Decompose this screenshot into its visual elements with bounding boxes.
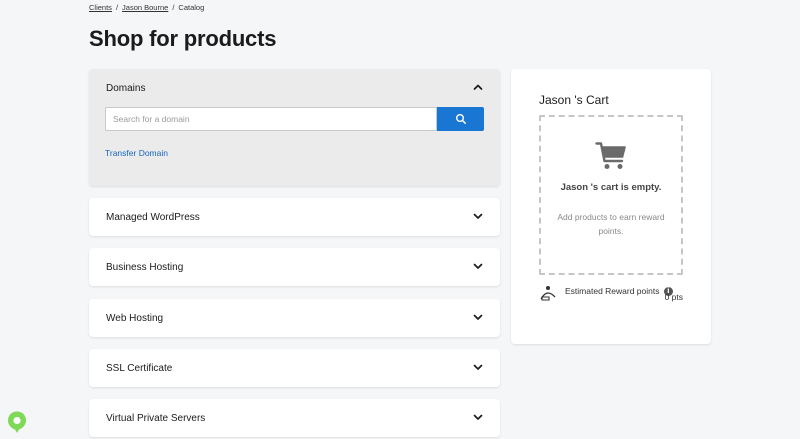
product-panel-ssl-certificate[interactable]: SSL Certificate [89,349,500,387]
product-panel-title: Business Hosting [106,262,184,273]
cart-title: Jason 's Cart [539,93,609,107]
cart-empty-message: Jason 's cart is empty. [560,182,662,193]
estimated-reward-label: Estimated Reward points [565,286,660,296]
help-badge-icon[interactable] [5,410,29,434]
domain-search-field [105,107,437,131]
cart-empty-state: Jason 's cart is empty. Add products to … [539,115,683,275]
product-panel-title: Managed WordPress [106,212,200,223]
reward-label-group: Estimated Reward points i [565,285,673,298]
domains-panel: Domains Transfer Domain [89,69,500,186]
cart-icon [595,142,626,169]
domain-search-button[interactable] [437,107,484,131]
transfer-domain-link[interactable]: Transfer Domain [105,148,168,158]
product-panel-virtual-private-servers[interactable]: Virtual Private Servers [89,399,500,437]
domain-search-input[interactable] [106,108,436,130]
page-title: Shop for products [89,26,277,51]
breadcrumb-clients[interactable]: Clients [89,3,112,12]
breadcrumb-current: Catalog [178,3,205,12]
product-panel-title: Virtual Private Servers [106,413,206,424]
domains-panel-title[interactable]: Domains [106,83,145,94]
chevron-down-icon[interactable] [472,361,484,373]
cart-empty-subtext: Add products to earn reward points. [557,212,665,236]
product-panel-title: SSL Certificate [106,363,173,374]
product-panel-business-hosting[interactable]: Business Hosting [89,248,500,286]
chevron-down-icon[interactable] [472,411,484,423]
breadcrumb-separator: / [115,3,119,12]
chevron-down-icon[interactable] [472,260,484,272]
chevron-down-icon[interactable] [472,311,484,323]
reward-icon [540,286,556,301]
cart-panel: Jason 's Cart Jason 's cart is empty. Ad… [511,69,711,344]
chevron-up-icon[interactable] [472,81,484,93]
reward-points-value: 0 pts [664,292,683,302]
breadcrumb: Clients / Jason Bourne / Catalog [89,3,204,12]
product-panel-title: Web Hosting [106,313,164,324]
chevron-down-icon[interactable] [472,210,484,222]
breadcrumb-separator: / [172,3,175,12]
product-panel-managed-wordpress[interactable]: Managed WordPress [89,198,500,236]
breadcrumb-client-name[interactable]: Jason Bourne [122,3,168,12]
search-icon [455,114,466,124]
product-panel-web-hosting[interactable]: Web Hosting [89,299,500,337]
